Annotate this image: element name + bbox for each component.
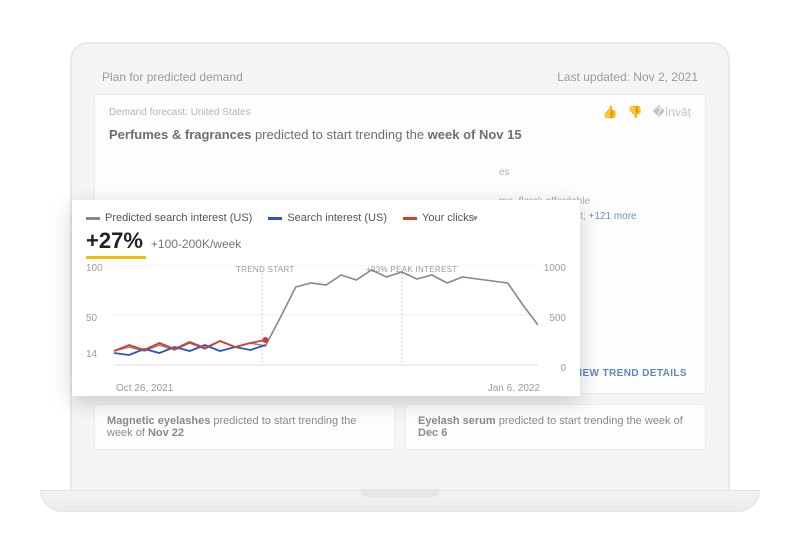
legend-predicted-label: Predicted search interest (US) bbox=[105, 212, 252, 224]
bc1-date: Nov 22 bbox=[148, 427, 184, 439]
headline-middle: predicted to start trending the bbox=[251, 127, 427, 142]
range-value: +100-200K/week bbox=[151, 237, 241, 251]
chart-legend: Predicted search interest (US) Search in… bbox=[86, 212, 566, 224]
legend-clicks-label: Your clicks bbox=[422, 212, 474, 224]
legend-swatch-red bbox=[403, 217, 417, 220]
x-end: Jan 6, 2022 bbox=[488, 383, 540, 394]
metric-underline bbox=[86, 256, 146, 259]
dismiss-icon[interactable]: �învăț bbox=[653, 105, 691, 119]
pct-value: +27% bbox=[86, 228, 143, 254]
bc2-rest: predicted to start trending the week of bbox=[496, 415, 683, 427]
legend-search[interactable]: Search interest (US) bbox=[268, 212, 387, 224]
panel-updated: Last updated: Nov 2, 2021 bbox=[557, 70, 698, 84]
chart-card: Predicted search interest (US) Search in… bbox=[72, 200, 580, 396]
thumbs-up-icon[interactable]: 👍 bbox=[603, 105, 618, 119]
thumbs-down-icon[interactable]: 👎 bbox=[628, 105, 643, 119]
bc1-bold: Magnetic eyelashes bbox=[107, 415, 210, 427]
headline-week: week of Nov 15 bbox=[428, 127, 522, 142]
legend-clicks[interactable]: Your clicks ▾ bbox=[403, 212, 478, 224]
bottom-card-1[interactable]: Magnetic eyelashes predicted to start tr… bbox=[94, 404, 395, 450]
chart-plot: 100 50 14 1000 500 0 TREND START +93% PE… bbox=[86, 265, 566, 383]
x-axis-labels: Oct 26, 2021 Jan 6, 2022 bbox=[86, 383, 566, 394]
legend-predicted[interactable]: Predicted search interest (US) bbox=[86, 212, 252, 224]
legend-swatch-blue bbox=[268, 217, 282, 220]
legend-search-label: Search interest (US) bbox=[287, 212, 387, 224]
tag-more-link[interactable]: +121 more bbox=[589, 211, 637, 222]
headline-metric: +27% +100-200K/week bbox=[86, 228, 566, 254]
legend-swatch-grey bbox=[86, 217, 100, 220]
view-trend-details-button[interactable]: VIEW TREND DETAILS bbox=[572, 368, 687, 379]
chart-svg bbox=[86, 265, 566, 375]
bottom-cards: Magnetic eyelashes predicted to start tr… bbox=[94, 404, 706, 450]
x-start: Oct 26, 2021 bbox=[116, 383, 173, 394]
feedback-icons: 👍 👎 �învăț bbox=[603, 105, 691, 119]
forecast-region: Demand forecast: United States bbox=[109, 107, 251, 118]
card-headline: Perfumes & fragrances predicted to start… bbox=[109, 127, 691, 142]
tag-side-label: es bbox=[499, 165, 689, 180]
bc2-date: Dec 6 bbox=[418, 427, 447, 439]
bottom-card-2[interactable]: Eyelash serum predicted to start trendin… bbox=[405, 404, 706, 450]
panel-header: Plan for predicted demand Last updated: … bbox=[94, 66, 706, 94]
headline-category: Perfumes & fragrances bbox=[109, 127, 251, 142]
panel-title: Plan for predicted demand bbox=[102, 70, 243, 84]
chevron-down-icon[interactable]: ▾ bbox=[473, 213, 478, 224]
bc2-bold: Eyelash serum bbox=[418, 415, 496, 427]
laptop-notch bbox=[360, 489, 440, 497]
